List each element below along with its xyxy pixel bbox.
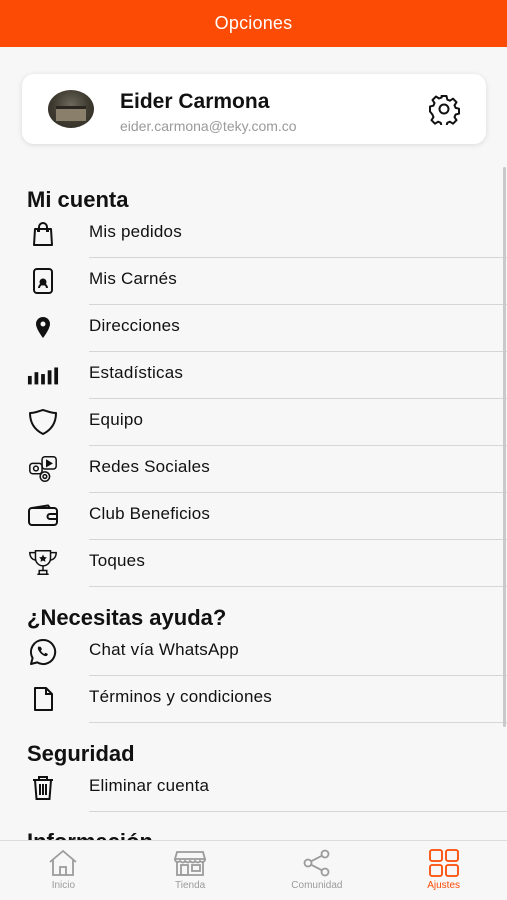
home-icon bbox=[49, 849, 77, 876]
menu-item-terminos[interactable]: Términos y condiciones bbox=[0, 676, 507, 723]
menu-item-equipo[interactable]: Equipo bbox=[0, 399, 507, 446]
location-pin-icon bbox=[27, 313, 59, 343]
bottom-navigation: Inicio Tienda Comunidad Ajustes bbox=[0, 840, 507, 900]
menu-item-estadisticas[interactable]: Estadísticas bbox=[0, 352, 507, 399]
menu-item-eliminar-cuenta[interactable]: Eliminar cuenta bbox=[0, 765, 507, 812]
menu-item-label: Direcciones bbox=[89, 316, 181, 335]
menu-item-club-beneficios[interactable]: Club Beneficios bbox=[0, 493, 507, 540]
document-icon bbox=[27, 684, 59, 714]
menu-item-redes-sociales[interactable]: Redes Sociales bbox=[0, 446, 507, 493]
id-card-icon bbox=[27, 266, 59, 296]
scrollbar[interactable] bbox=[503, 167, 506, 727]
menu-item-label: Toques bbox=[89, 551, 146, 570]
section-title-seguridad: Seguridad bbox=[27, 741, 135, 766]
gear-icon[interactable] bbox=[428, 93, 460, 125]
store-icon bbox=[173, 851, 207, 876]
menu-item-toques[interactable]: Toques bbox=[0, 540, 507, 587]
profile-name: Eider Carmona bbox=[120, 90, 270, 113]
menu-item-label: Estadísticas bbox=[89, 363, 184, 382]
profile-card[interactable]: Eider Carmona eider.carmona@teky.com.co bbox=[22, 74, 486, 144]
divider bbox=[89, 811, 507, 812]
menu-item-label: Mis pedidos bbox=[89, 222, 182, 241]
bar-chart-icon bbox=[27, 360, 59, 390]
shield-icon bbox=[27, 407, 59, 437]
share-icon bbox=[303, 849, 330, 877]
tab-label: Inicio bbox=[51, 880, 76, 891]
tab-label: Comunidad bbox=[291, 880, 343, 891]
whatsapp-icon bbox=[27, 637, 59, 667]
menu-item-label: Mis Carnés bbox=[89, 269, 177, 288]
menu-item-direcciones[interactable]: Direcciones bbox=[0, 305, 507, 352]
trash-icon bbox=[27, 773, 59, 803]
page-title: Opciones bbox=[214, 13, 293, 33]
menu-item-chat-whatsapp[interactable]: Chat vía WhatsApp bbox=[0, 629, 507, 676]
section-title-ayuda: ¿Necesitas ayuda? bbox=[27, 605, 227, 630]
menu-item-mis-pedidos[interactable]: Mis pedidos bbox=[0, 211, 507, 258]
grid-icon bbox=[428, 849, 459, 877]
section-title-informacion: Información bbox=[27, 829, 153, 840]
tab-comunidad[interactable]: Comunidad bbox=[254, 841, 381, 900]
profile-email: eider.carmona@teky.com.co bbox=[120, 118, 297, 134]
wallet-icon bbox=[27, 501, 59, 531]
divider bbox=[89, 722, 507, 723]
menu-item-label: Club Beneficios bbox=[89, 504, 211, 523]
tab-ajustes[interactable]: Ajustes bbox=[380, 841, 507, 900]
avatar bbox=[48, 90, 94, 128]
app-header: Opciones bbox=[0, 0, 507, 47]
tab-tienda[interactable]: Tienda bbox=[127, 841, 254, 900]
tab-inicio[interactable]: Inicio bbox=[0, 841, 127, 900]
trophy-icon bbox=[27, 548, 59, 578]
divider bbox=[89, 586, 507, 587]
shopping-bag-icon bbox=[27, 219, 59, 249]
social-networks-icon bbox=[27, 454, 59, 484]
tab-label: Ajustes bbox=[427, 880, 461, 891]
menu-item-label: Redes Sociales bbox=[89, 457, 210, 476]
menu-item-mis-carnes[interactable]: Mis Carnés bbox=[0, 258, 507, 305]
menu-item-label: Chat vía WhatsApp bbox=[89, 640, 239, 659]
section-title-mi-cuenta: Mi cuenta bbox=[27, 187, 129, 212]
tab-label: Tienda bbox=[175, 880, 206, 891]
options-scroll-area[interactable]: Eider Carmona eider.carmona@teky.com.co … bbox=[0, 47, 507, 840]
menu-item-label: Equipo bbox=[89, 410, 144, 429]
menu-item-label: Eliminar cuenta bbox=[89, 776, 210, 795]
menu-item-label: Términos y condiciones bbox=[89, 687, 272, 706]
